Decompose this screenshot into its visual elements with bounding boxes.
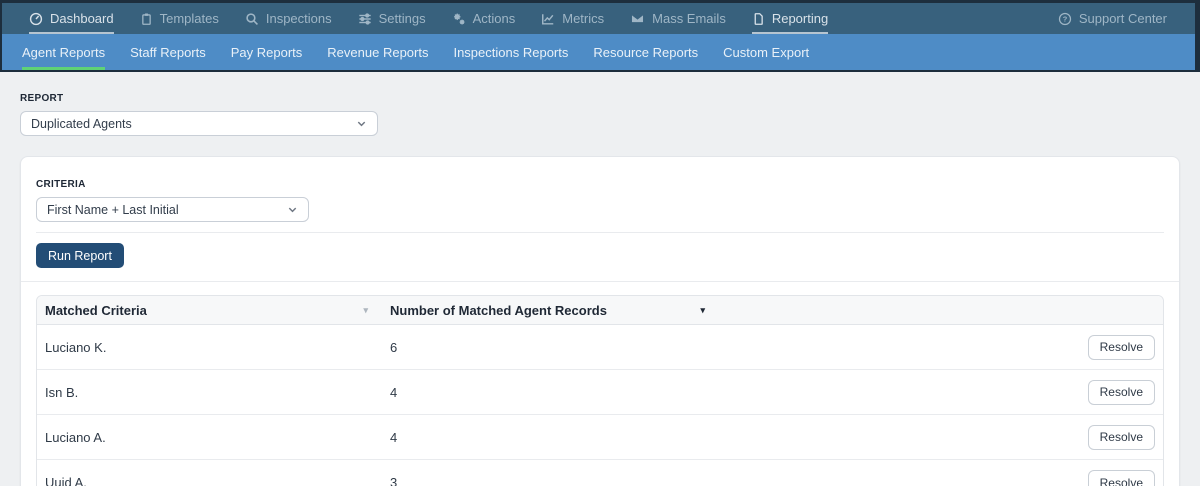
question-circle-icon: ? <box>1058 12 1072 26</box>
run-report-row: Run Report <box>21 233 1179 268</box>
column-header-matched-criteria[interactable]: Matched Criteria ▾ <box>37 296 382 324</box>
table-row: Luciano A. 4 Resolve <box>37 415 1163 460</box>
resolve-button[interactable]: Resolve <box>1087 470 1155 486</box>
subnav-item-label: Pay Reports <box>230 44 303 60</box>
resolve-button[interactable]: Resolve <box>1087 334 1155 360</box>
criteria-label: CRITERIA <box>36 179 86 190</box>
column-header-matched-records[interactable]: Number of Matched Agent Records ▾ <box>382 296 719 324</box>
column-header-label: Matched Criteria <box>45 302 147 318</box>
subnav-item-pay-reports[interactable]: Pay Reports <box>231 34 303 70</box>
matched-count-cell: 4 <box>390 384 398 400</box>
matched-count-cell: 6 <box>390 339 398 355</box>
resolve-button[interactable]: Resolve <box>1087 379 1155 405</box>
criteria-select[interactable]: First Name + Last Initial <box>36 197 309 222</box>
topnav-item-inspections[interactable]: Inspections <box>245 3 332 34</box>
subnav-item-custom-export[interactable]: Custom Export <box>723 34 809 70</box>
subnav-item-label: Resource Reports <box>593 44 699 60</box>
topnav-item-label: Inspections <box>265 11 332 26</box>
chevron-down-icon <box>287 204 298 215</box>
topnav-item-label: Metrics <box>562 11 605 26</box>
support-center-link[interactable]: ? Support Center <box>1058 3 1167 34</box>
topnav-item-metrics[interactable]: Metrics <box>541 3 604 34</box>
report-field-group: REPORT Duplicated Agents <box>20 93 1180 136</box>
subnav-item-label: Agent Reports <box>22 44 106 60</box>
results-table: Matched Criteria ▾ Number of Matched Age… <box>36 295 1164 486</box>
matched-count-cell: 4 <box>390 429 398 445</box>
table-row: Uuid A. 3 Resolve <box>37 460 1163 486</box>
topnav-item-settings[interactable]: Settings <box>358 3 426 34</box>
topnav-item-mass-emails[interactable]: Mass Emails <box>630 3 726 34</box>
column-header-actions <box>719 296 1163 324</box>
gauge-icon <box>29 12 43 26</box>
table-row: Isn B. 4 Resolve <box>37 370 1163 415</box>
chevron-down-icon <box>356 118 367 129</box>
matched-criteria-cell: Uuid A. <box>45 475 87 486</box>
svg-text:?: ? <box>1063 14 1068 23</box>
topnav-item-label: Mass Emails <box>652 11 726 26</box>
subnav-item-label: Custom Export <box>723 44 810 60</box>
subnav-item-inspections-reports[interactable]: Inspections Reports <box>453 34 568 70</box>
topnav-item-label: Templates <box>159 11 219 26</box>
sliders-icon <box>358 12 372 26</box>
reports-sub-navigation: Agent Reports Staff Reports Pay Reports … <box>2 34 1195 70</box>
main-content: REPORT Duplicated Agents CRITERIA First … <box>0 93 1200 486</box>
subnav-item-label: Revenue Reports <box>327 44 429 60</box>
topnav-item-label: Dashboard <box>50 11 114 26</box>
top-navigation: Dashboard Templates Inspections Settings… <box>2 3 1195 34</box>
document-icon <box>752 12 765 26</box>
criteria-select-value: First Name + Last Initial <box>47 202 179 217</box>
support-center-label: Support Center <box>1078 11 1167 26</box>
subnav-item-agent-reports[interactable]: Agent Reports <box>22 34 106 70</box>
envelope-icon <box>630 12 645 25</box>
topnav-item-templates[interactable]: Templates <box>140 3 219 34</box>
search-icon <box>245 12 259 26</box>
subnav-item-label: Staff Reports <box>130 44 206 60</box>
sort-caret-icon[interactable]: ▾ <box>700 305 705 315</box>
clipboard-icon <box>140 12 153 26</box>
report-card: CRITERIA First Name + Last Initial Run R… <box>20 156 1180 486</box>
gears-icon <box>452 12 466 26</box>
column-header-label: Number of Matched Agent Records <box>390 302 607 318</box>
matched-count-cell: 3 <box>390 475 398 486</box>
topnav-item-actions[interactable]: Actions <box>452 3 516 34</box>
section-divider <box>21 281 1179 282</box>
criteria-field-group: CRITERIA First Name + Last Initial <box>21 157 1179 222</box>
topnav-item-label: Reporting <box>771 11 829 26</box>
report-select[interactable]: Duplicated Agents <box>20 111 378 136</box>
subnav-item-staff-reports[interactable]: Staff Reports <box>130 34 206 70</box>
report-label: REPORT <box>20 93 64 104</box>
run-report-button[interactable]: Run Report <box>36 243 124 268</box>
sort-caret-icon[interactable]: ▾ <box>363 305 368 315</box>
header-frame: Dashboard Templates Inspections Settings… <box>0 0 1200 72</box>
matched-criteria-cell: Isn B. <box>45 384 79 400</box>
topnav-item-label: Settings <box>378 11 426 26</box>
matched-criteria-cell: Luciano K. <box>45 339 107 355</box>
topnav-item-reporting[interactable]: Reporting <box>751 3 829 34</box>
subnav-item-resource-reports[interactable]: Resource Reports <box>593 34 698 70</box>
chart-icon <box>541 12 555 26</box>
subnav-item-label: Inspections Reports <box>453 44 569 60</box>
topnav-item-dashboard[interactable]: Dashboard <box>29 3 114 34</box>
subnav-item-revenue-reports[interactable]: Revenue Reports <box>327 34 428 70</box>
matched-criteria-cell: Luciano A. <box>45 429 106 445</box>
table-row: Luciano K. 6 Resolve <box>37 325 1163 370</box>
table-header-row: Matched Criteria ▾ Number of Matched Age… <box>37 296 1163 325</box>
topnav-item-label: Actions <box>472 11 516 26</box>
resolve-button[interactable]: Resolve <box>1087 424 1155 450</box>
report-select-value: Duplicated Agents <box>31 116 132 131</box>
